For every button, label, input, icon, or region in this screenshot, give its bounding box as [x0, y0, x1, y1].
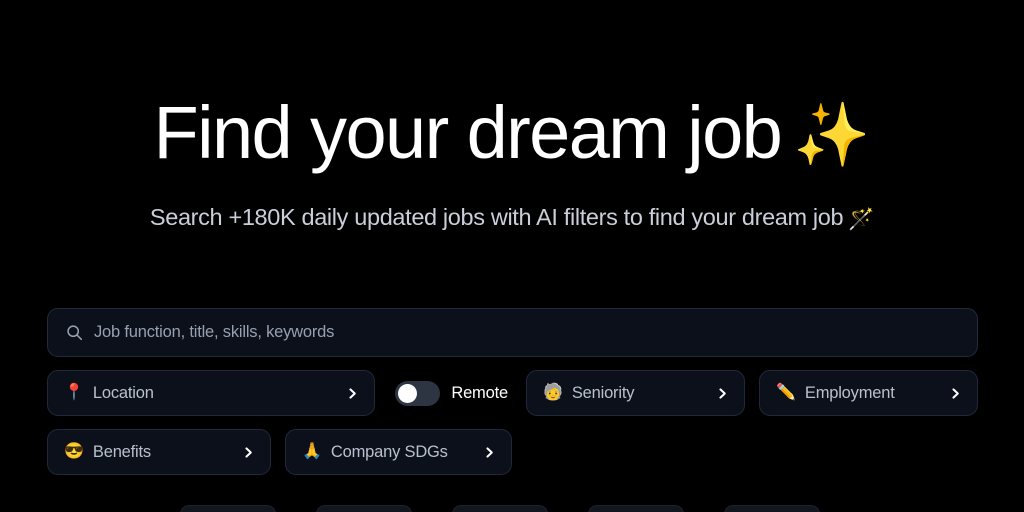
chevron-right-icon [483, 446, 496, 459]
folded-hands-icon: 🙏 [302, 443, 322, 460]
search-bar[interactable] [47, 308, 978, 357]
filter-company-sdgs[interactable]: 🙏 Company SDGs [285, 429, 512, 475]
chevron-right-icon [242, 446, 255, 459]
filter-benefits[interactable]: 😎 Benefits [47, 429, 271, 475]
bottom-chip[interactable] [452, 505, 548, 512]
sparkles-emoji: ✨ [793, 101, 871, 170]
bottom-chip-row [180, 505, 820, 512]
filter-employment-label: Employment [804, 383, 895, 402]
chevron-right-icon [346, 387, 359, 400]
filter-row-secondary: 😎 Benefits 🙏 Company SDGs [47, 429, 978, 475]
job-search-landing-page: Find your dream job ✨ Search +180K daily … [0, 0, 1024, 512]
search-input[interactable] [94, 309, 959, 356]
filter-location-label: Location [92, 383, 154, 402]
round-pushpin-icon: 📍 [64, 384, 84, 401]
remote-toggle-label: Remote [451, 383, 508, 402]
filter-employment[interactable]: ✏️ Employment [758, 370, 978, 416]
bottom-chip[interactable] [588, 505, 684, 512]
filter-seniority-label: Seniority [571, 383, 635, 402]
magic-wand-emoji: 🪄 [848, 208, 875, 231]
filter-benefits-label: Benefits [92, 442, 151, 461]
filter-row-primary: 📍 Location Remote 🧓 Seniority ✏️ Employm… [47, 370, 978, 416]
hero-section: Find your dream job ✨ Search +180K daily … [0, 0, 1024, 232]
chevron-right-icon [949, 387, 962, 400]
search-panel: 📍 Location Remote 🧓 Seniority [47, 308, 978, 475]
page-subtitle-text: Search +180K daily updated jobs with AI … [149, 204, 844, 230]
remote-toggle[interactable] [395, 380, 441, 406]
search-icon [66, 324, 83, 341]
filter-location[interactable]: 📍 Location [47, 370, 376, 416]
filter-seniority[interactable]: 🧓 Seniority [525, 370, 745, 416]
bottom-chip[interactable] [316, 505, 412, 512]
bottom-chip[interactable] [180, 505, 276, 512]
remote-toggle-knob [398, 383, 418, 403]
page-title: Find your dream job ✨ [0, 96, 1024, 170]
filter-company-sdgs-label: Company SDGs [330, 442, 448, 461]
pencil-icon: ✏️ [775, 384, 796, 401]
page-title-text: Find your dream job [153, 91, 783, 174]
older-person-icon: 🧓 [542, 384, 563, 401]
bottom-chip[interactable] [724, 505, 820, 512]
remote-filter-group: Remote [395, 380, 508, 406]
sunglasses-face-icon: 😎 [64, 443, 84, 460]
page-subtitle: Search +180K daily updated jobs with AI … [0, 204, 1024, 232]
chevron-right-icon [716, 387, 729, 400]
